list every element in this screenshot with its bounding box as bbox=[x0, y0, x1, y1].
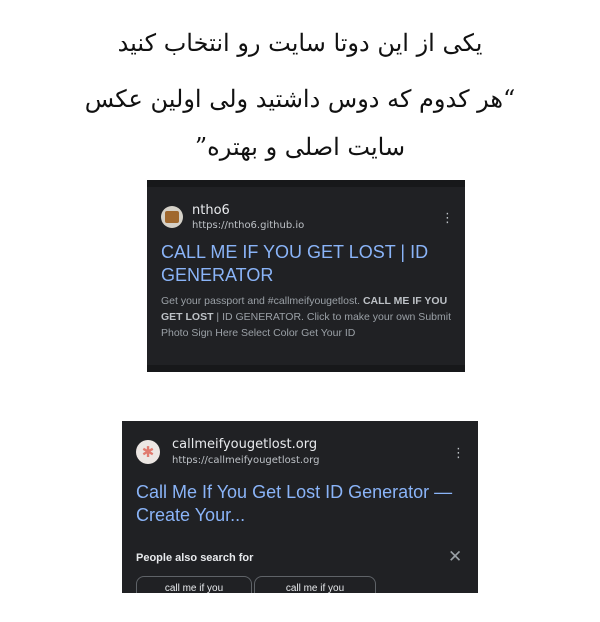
people-also-search-heading: People also search for bbox=[136, 552, 254, 564]
snippet-text-start: Get your passport and #callmeifyougetlos… bbox=[161, 295, 361, 307]
card-bottom-edge bbox=[147, 365, 465, 372]
caption-line-1: یکی از این دوتا سایت رو انتخاب کنید bbox=[117, 29, 483, 57]
result-title-link[interactable]: Call Me If You Get Lost ID Generator — C… bbox=[136, 481, 456, 527]
result-url[interactable]: https://callmeifyougetlost.org bbox=[172, 455, 319, 466]
card-top-edge bbox=[147, 180, 465, 187]
search-result-card-2[interactable]: ✱ callmeifyougetlost.org https://callmei… bbox=[122, 421, 478, 593]
result-site-name[interactable]: callmeifyougetlost.org bbox=[172, 437, 317, 452]
search-result-card-1[interactable]: ntho6 https://ntho6.github.io ⋮ CALL ME … bbox=[147, 180, 465, 372]
site-favicon-icon bbox=[161, 206, 183, 228]
result-site-name[interactable]: ntho6 bbox=[192, 203, 230, 218]
result-url[interactable]: https://ntho6.github.io bbox=[192, 220, 304, 231]
star-favicon-icon: ✱ bbox=[136, 440, 160, 464]
related-search-chip[interactable]: call me if you bbox=[254, 576, 376, 593]
close-icon[interactable]: ✕ bbox=[448, 547, 462, 567]
caption-line-2: “هر کدوم که دوس داشتید ولی اولین عکس bbox=[84, 85, 516, 113]
related-search-chip[interactable]: call me if you bbox=[136, 576, 252, 593]
caption-line-3: سایت اصلی و بهتره” bbox=[194, 133, 406, 161]
more-options-icon[interactable]: ⋮ bbox=[452, 447, 465, 460]
result-title-link[interactable]: CALL ME IF YOU GET LOST | ID GENERATOR bbox=[161, 241, 451, 287]
more-options-icon[interactable]: ⋮ bbox=[441, 212, 454, 225]
result-snippet: Get your passport and #callmeifyougetlos… bbox=[161, 293, 459, 341]
